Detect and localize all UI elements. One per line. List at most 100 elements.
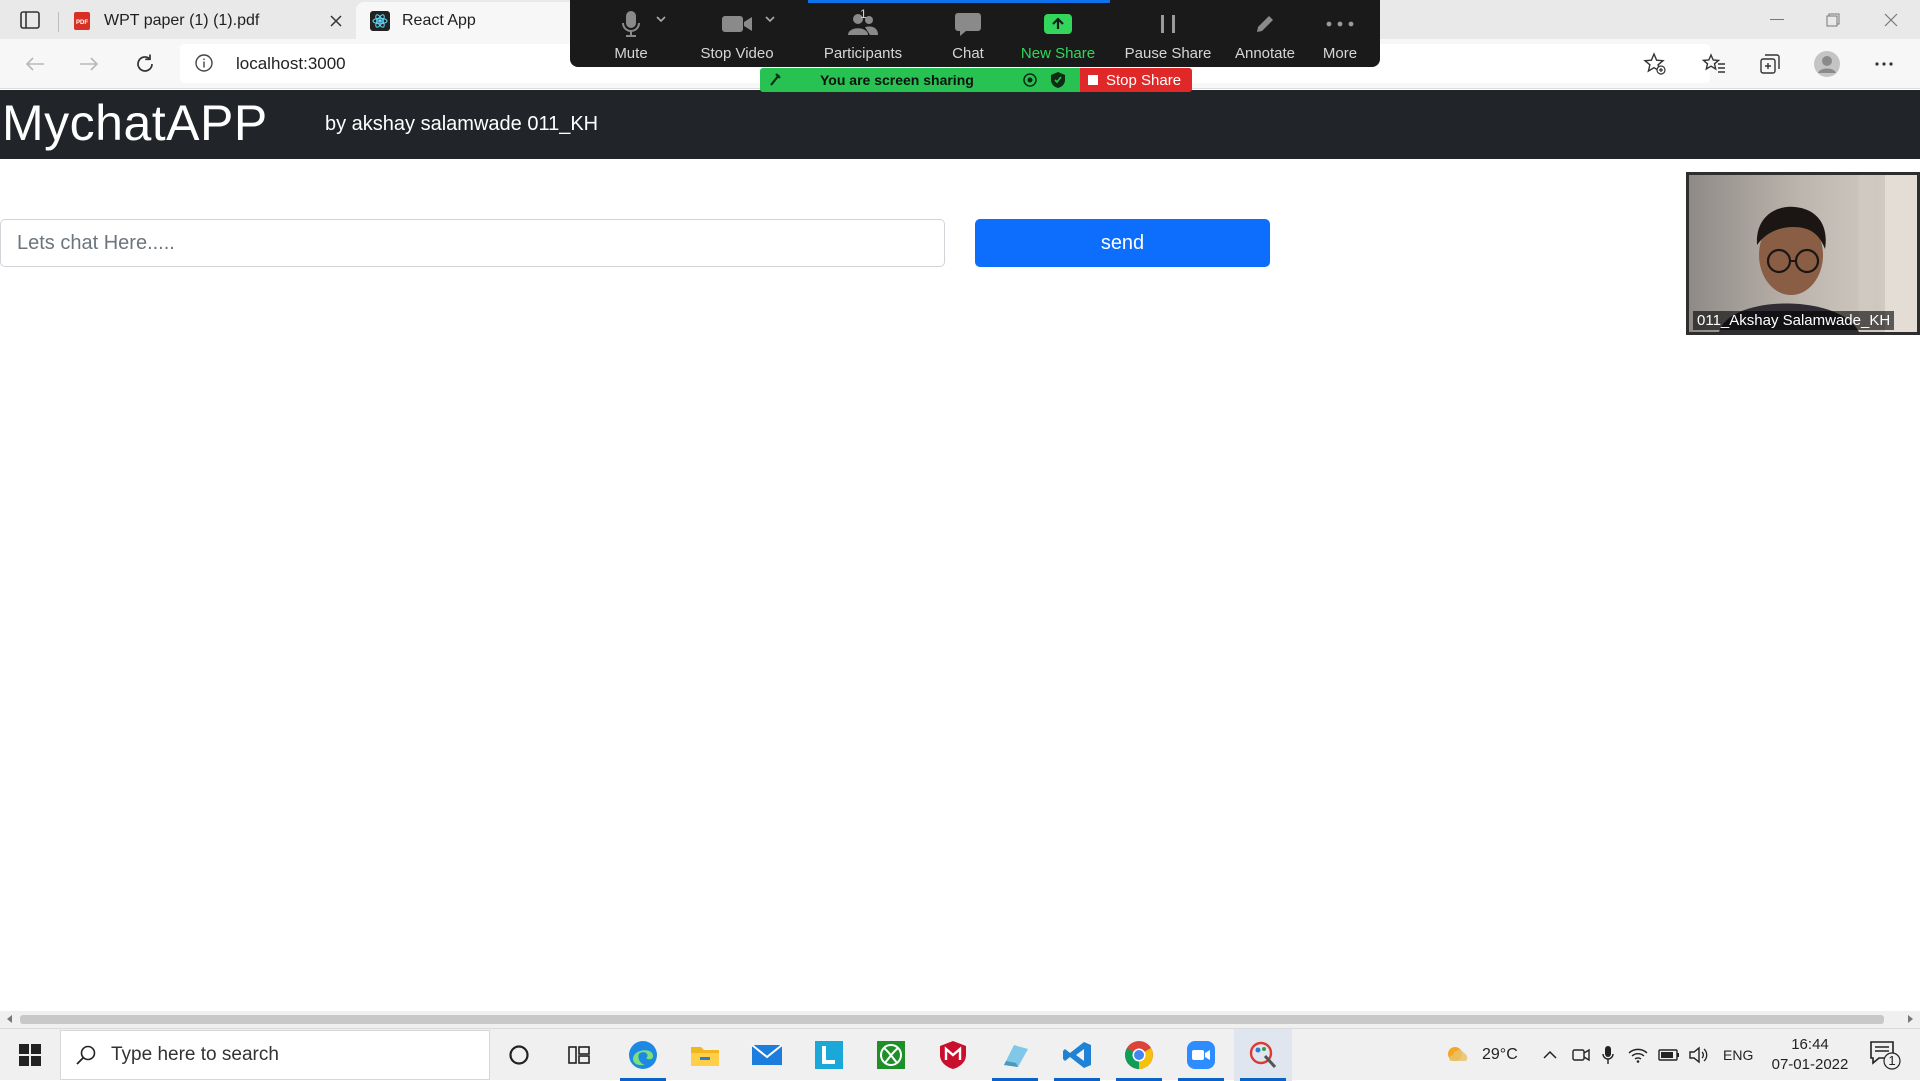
collections-icon[interactable] (1756, 50, 1784, 78)
mcafee-icon[interactable] (924, 1029, 982, 1081)
more-label: More (1322, 45, 1358, 62)
stop-square-icon (1088, 75, 1098, 85)
tab-react-app[interactable]: React App (356, 2, 576, 39)
author-byline: by akshay salamwade 011_KH (325, 113, 599, 135)
volume-icon[interactable] (1688, 1029, 1708, 1081)
pause-share-label: Pause Share (1124, 45, 1212, 62)
react-icon (370, 10, 390, 31)
show-hidden-icons[interactable] (1542, 1029, 1558, 1081)
scrollbar-thumb[interactable] (20, 1015, 1884, 1024)
system-clock[interactable]: 16:44 07-01-2022 (1765, 1035, 1855, 1075)
add-favorite-icon[interactable] (1641, 50, 1669, 78)
mail-icon[interactable] (738, 1029, 796, 1081)
profile-avatar-icon[interactable] (1813, 50, 1841, 78)
clock-time: 16:44 (1791, 1036, 1829, 1053)
zoom-meeting-toolbar: Mute Stop Video Participants 1 Chat New … (570, 0, 1380, 67)
l-app-icon[interactable] (800, 1029, 858, 1081)
task-view-icon[interactable] (550, 1029, 608, 1081)
stop-video-button[interactable]: Stop Video (682, 0, 792, 67)
taskbar-search-box[interactable]: Type here to search (60, 1030, 490, 1080)
self-video-thumbnail[interactable]: 011_Akshay Salamwade_KH (1686, 172, 1920, 335)
video-camera-icon (721, 9, 753, 39)
app-navbar: MychatAPP by akshay salamwade 011_KH (0, 90, 1920, 159)
security-shield-icon (1050, 71, 1066, 89)
recording-indicator-icon (1022, 72, 1038, 88)
mute-label: Mute (614, 45, 648, 62)
chevron-down-icon[interactable] (764, 14, 776, 24)
ellipsis-icon (1326, 9, 1354, 39)
edge-icon[interactable] (614, 1029, 672, 1081)
sharing-status-text: You are screen sharing (820, 72, 974, 88)
chrome-icon[interactable] (1110, 1029, 1168, 1081)
pdf-icon: PDF (72, 11, 92, 31)
mute-button[interactable]: Mute (590, 0, 672, 67)
microphone-tray-icon[interactable] (1602, 1029, 1614, 1081)
pause-icon (1157, 9, 1179, 39)
tab-pdf[interactable]: PDF WPT paper (1) (1).pdf (58, 2, 356, 39)
search-placeholder: Type here to search (111, 1044, 279, 1065)
pause-share-button[interactable]: Pause Share (1108, 0, 1228, 67)
xbox-icon[interactable] (862, 1029, 920, 1081)
chat-message-input[interactable] (0, 219, 945, 267)
favorites-icon[interactable] (1700, 50, 1728, 78)
clock-date: 07-01-2022 (1771, 1056, 1849, 1073)
annotate-button[interactable]: Annotate (1220, 0, 1310, 67)
windows-start-icon[interactable] (0, 1029, 60, 1081)
cortana-icon[interactable] (490, 1029, 548, 1081)
battery-icon[interactable] (1658, 1029, 1680, 1081)
input-language[interactable]: ENG (1723, 1029, 1753, 1081)
minimize-icon[interactable] (1752, 4, 1802, 36)
scroll-left-icon[interactable] (5, 1014, 15, 1024)
restore-icon[interactable] (1808, 4, 1858, 36)
vscode-icon[interactable] (1048, 1029, 1106, 1081)
scroll-right-icon[interactable] (1905, 1014, 1915, 1024)
chat-label: Chat (952, 45, 984, 62)
share-screen-icon (1043, 9, 1073, 39)
file-explorer-icon[interactable] (676, 1029, 734, 1081)
participant-name-label: 011_Akshay Salamwade_KH (1693, 311, 1895, 330)
participant-count: 1 (860, 7, 867, 21)
weather-temperature: 29°C (1482, 1046, 1518, 1063)
pencil-icon (1253, 9, 1277, 39)
annotate-label: Annotate (1234, 45, 1296, 62)
settings-menu-icon[interactable] (1870, 50, 1898, 78)
notification-count: 1 (1888, 1053, 1896, 1068)
close-window-icon[interactable] (1866, 4, 1916, 36)
chat-button[interactable]: Chat (928, 0, 1008, 67)
weather-sun-icon (1444, 1043, 1472, 1067)
stop-video-label: Stop Video (700, 45, 774, 62)
windows-taskbar: Type here to search 29°C ENG 16:44 07-01… (0, 1028, 1920, 1081)
back-arrow-icon[interactable] (18, 48, 52, 80)
webcam-feed-image (1689, 175, 1917, 332)
url-text: localhost:3000 (236, 54, 346, 73)
search-icon (75, 1044, 97, 1066)
site-info-icon[interactable] (194, 53, 214, 73)
participants-label: Participants (823, 45, 903, 62)
microphone-icon (621, 9, 641, 39)
more-button[interactable]: More (1310, 0, 1370, 67)
refresh-icon[interactable] (128, 48, 162, 80)
forward-arrow-icon[interactable] (72, 48, 106, 80)
app-brand[interactable]: MychatAPP (2, 94, 268, 152)
chevron-down-icon[interactable] (655, 14, 667, 24)
zoom-icon[interactable] (1172, 1029, 1230, 1081)
tab-title: React App (402, 11, 476, 29)
wifi-icon[interactable] (1628, 1029, 1648, 1081)
tab-actions-icon[interactable] (14, 8, 46, 32)
new-share-label: New Share (1020, 45, 1096, 62)
pin-icon[interactable] (768, 72, 782, 88)
stop-share-button[interactable]: Stop Share (1080, 68, 1192, 92)
tab-title: WPT paper (1) (1).pdf (104, 11, 260, 29)
horizontal-scrollbar[interactable] (0, 1011, 1920, 1028)
paint-icon[interactable] (1234, 1029, 1292, 1081)
meet-now-icon[interactable] (1572, 1029, 1590, 1081)
send-button[interactable]: send (975, 219, 1270, 267)
stop-share-label: Stop Share (1106, 71, 1182, 89)
chat-bubble-icon (954, 9, 982, 39)
new-share-button[interactable]: New Share (998, 0, 1118, 67)
close-tab-icon[interactable] (326, 11, 346, 31)
notification-center-icon[interactable]: 1 (1868, 1039, 1902, 1071)
sharing-status-bar[interactable]: You are screen sharing (760, 68, 1080, 92)
weather-widget[interactable]: 29°C (1444, 1029, 1518, 1081)
notepad-icon[interactable] (986, 1029, 1044, 1081)
